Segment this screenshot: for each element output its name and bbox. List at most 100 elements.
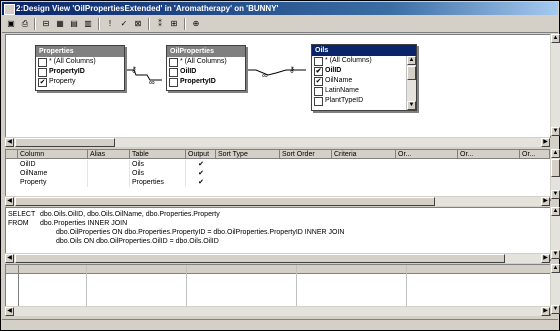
- save-icon[interactable]: ▣: [5, 18, 17, 29]
- grid-header-or[interactable]: Or...: [458, 150, 520, 159]
- verify-sql-icon[interactable]: ✓: [118, 18, 130, 29]
- column-checkbox[interactable]: [38, 68, 47, 77]
- sql-line[interactable]: SELECT dbo.Oils.OilID, dbo.Oils.OilName, …: [8, 211, 220, 218]
- diagram-pane-icon[interactable]: ⊟: [40, 18, 52, 29]
- column-checkbox[interactable]: ✔: [314, 77, 323, 86]
- scroll-thumb[interactable]: [15, 254, 505, 263]
- results-horizontal-scrollbar[interactable]: ◀ ▶: [5, 306, 550, 316]
- column-row[interactable]: ✔ OilID: [312, 66, 416, 76]
- column-row[interactable]: OilID: [167, 67, 245, 77]
- output-checkbox[interactable]: ✔: [186, 169, 216, 178]
- scroll-up-icon[interactable]: ▲: [551, 207, 560, 216]
- column-checkbox[interactable]: ✔: [314, 67, 323, 76]
- results-vertical-scrollbar[interactable]: ▲ ▼: [550, 264, 560, 314]
- grid-cell-column[interactable]: Property: [18, 178, 88, 187]
- scroll-left-icon[interactable]: ◀: [5, 138, 14, 147]
- column-row[interactable]: ✔ OilName: [312, 76, 416, 86]
- grid-cell-table[interactable]: Properties: [130, 178, 186, 187]
- grid-cell-table[interactable]: Oils: [130, 169, 186, 178]
- scroll-right-icon[interactable]: ▶: [541, 138, 550, 147]
- sql-horizontal-scrollbar[interactable]: ◀ ▶: [5, 253, 550, 263]
- new-alias-icon[interactable]: ⊕: [190, 18, 202, 29]
- grid-vertical-scrollbar[interactable]: ▲ ▼: [550, 149, 560, 199]
- scroll-down-icon[interactable]: ▼: [551, 190, 560, 199]
- sql-pane-icon[interactable]: ▤: [68, 18, 80, 29]
- scroll-left-icon[interactable]: ◀: [5, 197, 14, 206]
- column-checkbox[interactable]: [314, 87, 323, 96]
- grid-header-column[interactable]: Column: [18, 150, 88, 159]
- query-designer-window: 2:Design View 'OilPropertiesExtended' in…: [0, 0, 560, 331]
- scroll-thumb[interactable]: [15, 197, 435, 206]
- scroll-down-icon[interactable]: ▼: [551, 305, 560, 314]
- sql-line[interactable]: dbo.OilProperties ON dbo.Properties.Prop…: [56, 229, 344, 236]
- grid-cell-alias[interactable]: [88, 169, 130, 178]
- add-table-icon[interactable]: ⊞: [168, 18, 180, 29]
- grid-cell-table[interactable]: Oils: [130, 160, 186, 169]
- sql-line[interactable]: dbo.Oils ON dbo.OilProperties.OilID = db…: [56, 238, 219, 245]
- grid-cell-column[interactable]: OilID: [18, 160, 88, 169]
- table-oilproperties[interactable]: OilProperties * (All Columns) OilID Prop…: [166, 45, 246, 91]
- results-pane-icon[interactable]: ▥: [82, 18, 94, 29]
- table-properties[interactable]: Properties * (All Columns) PropertyID ✔ P…: [35, 45, 125, 91]
- grid-header-table[interactable]: Table: [130, 150, 186, 159]
- title-bar[interactable]: 2:Design View 'OilPropertiesExtended' in…: [2, 2, 558, 15]
- grid-horizontal-scrollbar[interactable]: ◀ ▶: [5, 196, 550, 206]
- grid-header-or[interactable]: Or...: [396, 150, 458, 159]
- scroll-up-icon[interactable]: ▲: [551, 34, 560, 43]
- column-row[interactable]: * (All Columns): [167, 57, 245, 67]
- remove-filter-icon[interactable]: ⊠: [132, 18, 144, 29]
- grid-cell-alias[interactable]: [88, 178, 130, 187]
- scroll-right-icon[interactable]: ▶: [541, 307, 550, 316]
- table-title[interactable]: OilProperties: [167, 46, 245, 57]
- table-title[interactable]: Properties: [36, 46, 124, 57]
- grid-cell-alias[interactable]: [88, 160, 130, 169]
- output-checkbox[interactable]: ✔: [186, 178, 216, 187]
- column-checkbox[interactable]: [38, 58, 47, 67]
- scroll-left-icon[interactable]: ◀: [5, 254, 14, 263]
- column-checkbox[interactable]: ✔: [38, 78, 47, 87]
- table-oils[interactable]: Oils ▲ ▼ * (All Columns) ✔ OilID ✔ OilName…: [311, 44, 417, 111]
- column-row[interactable]: PropertyID: [167, 77, 245, 87]
- column-checkbox[interactable]: [314, 57, 323, 66]
- scroll-down-icon[interactable]: ▼: [551, 250, 560, 259]
- toolbar-separator: [34, 18, 36, 30]
- sql-vertical-scrollbar[interactable]: ▲ ▼: [550, 207, 560, 259]
- column-row[interactable]: * (All Columns): [36, 57, 124, 67]
- diagram-pane[interactable]: ⚷ ∞ ∞ ⚷ Properties * (All Columns) Prope…: [5, 34, 551, 138]
- grid-header-output[interactable]: Output: [186, 150, 216, 159]
- print-icon[interactable]: ⎙: [19, 18, 31, 29]
- grid-cell-column[interactable]: OilName: [18, 169, 88, 178]
- grid-pane-icon[interactable]: ▦: [54, 18, 66, 29]
- scroll-thumb[interactable]: [15, 138, 115, 147]
- column-checkbox[interactable]: [169, 68, 178, 77]
- column-checkbox[interactable]: [314, 97, 323, 106]
- scroll-thumb[interactable]: [551, 159, 560, 177]
- scroll-right-icon[interactable]: ▶: [541, 197, 550, 206]
- scroll-down-icon[interactable]: ▼: [551, 127, 560, 136]
- column-row[interactable]: ✔ Property: [36, 77, 124, 87]
- scroll-left-icon[interactable]: ◀: [5, 307, 14, 316]
- table-title[interactable]: Oils: [312, 45, 416, 56]
- diagram-vertical-scrollbar[interactable]: ▲ ▼: [550, 34, 560, 136]
- scroll-right-icon[interactable]: ▶: [541, 254, 550, 263]
- grid-header-alias[interactable]: Alias: [88, 150, 130, 159]
- grid-pane[interactable]: Column Alias Table Output Sort Type Sort…: [5, 149, 551, 201]
- column-checkbox[interactable]: [169, 78, 178, 87]
- column-checkbox[interactable]: [169, 58, 178, 67]
- grid-header-sort-type[interactable]: Sort Type: [216, 150, 280, 159]
- column-row[interactable]: PlantTypeID: [312, 96, 416, 106]
- diagram-horizontal-scrollbar[interactable]: ◀ ▶: [5, 137, 550, 147]
- scroll-up-icon[interactable]: ▲: [551, 149, 560, 158]
- grid-header-or[interactable]: Or...: [520, 150, 550, 159]
- scroll-up-icon[interactable]: ▲: [551, 264, 560, 273]
- grid-header-criteria[interactable]: Criteria: [332, 150, 396, 159]
- window-icon[interactable]: [4, 4, 15, 15]
- run-icon[interactable]: !: [104, 18, 116, 29]
- grid-header-sort-order[interactable]: Sort Order: [280, 150, 332, 159]
- use-group-by-icon[interactable]: ⁑: [154, 18, 166, 29]
- output-checkbox[interactable]: ✔: [186, 160, 216, 169]
- column-row[interactable]: PropertyID: [36, 67, 124, 77]
- column-row[interactable]: LatinName: [312, 86, 416, 96]
- sql-line[interactable]: FROM dbo.Properties INNER JOIN: [8, 220, 127, 227]
- column-row[interactable]: * (All Columns): [312, 56, 416, 66]
